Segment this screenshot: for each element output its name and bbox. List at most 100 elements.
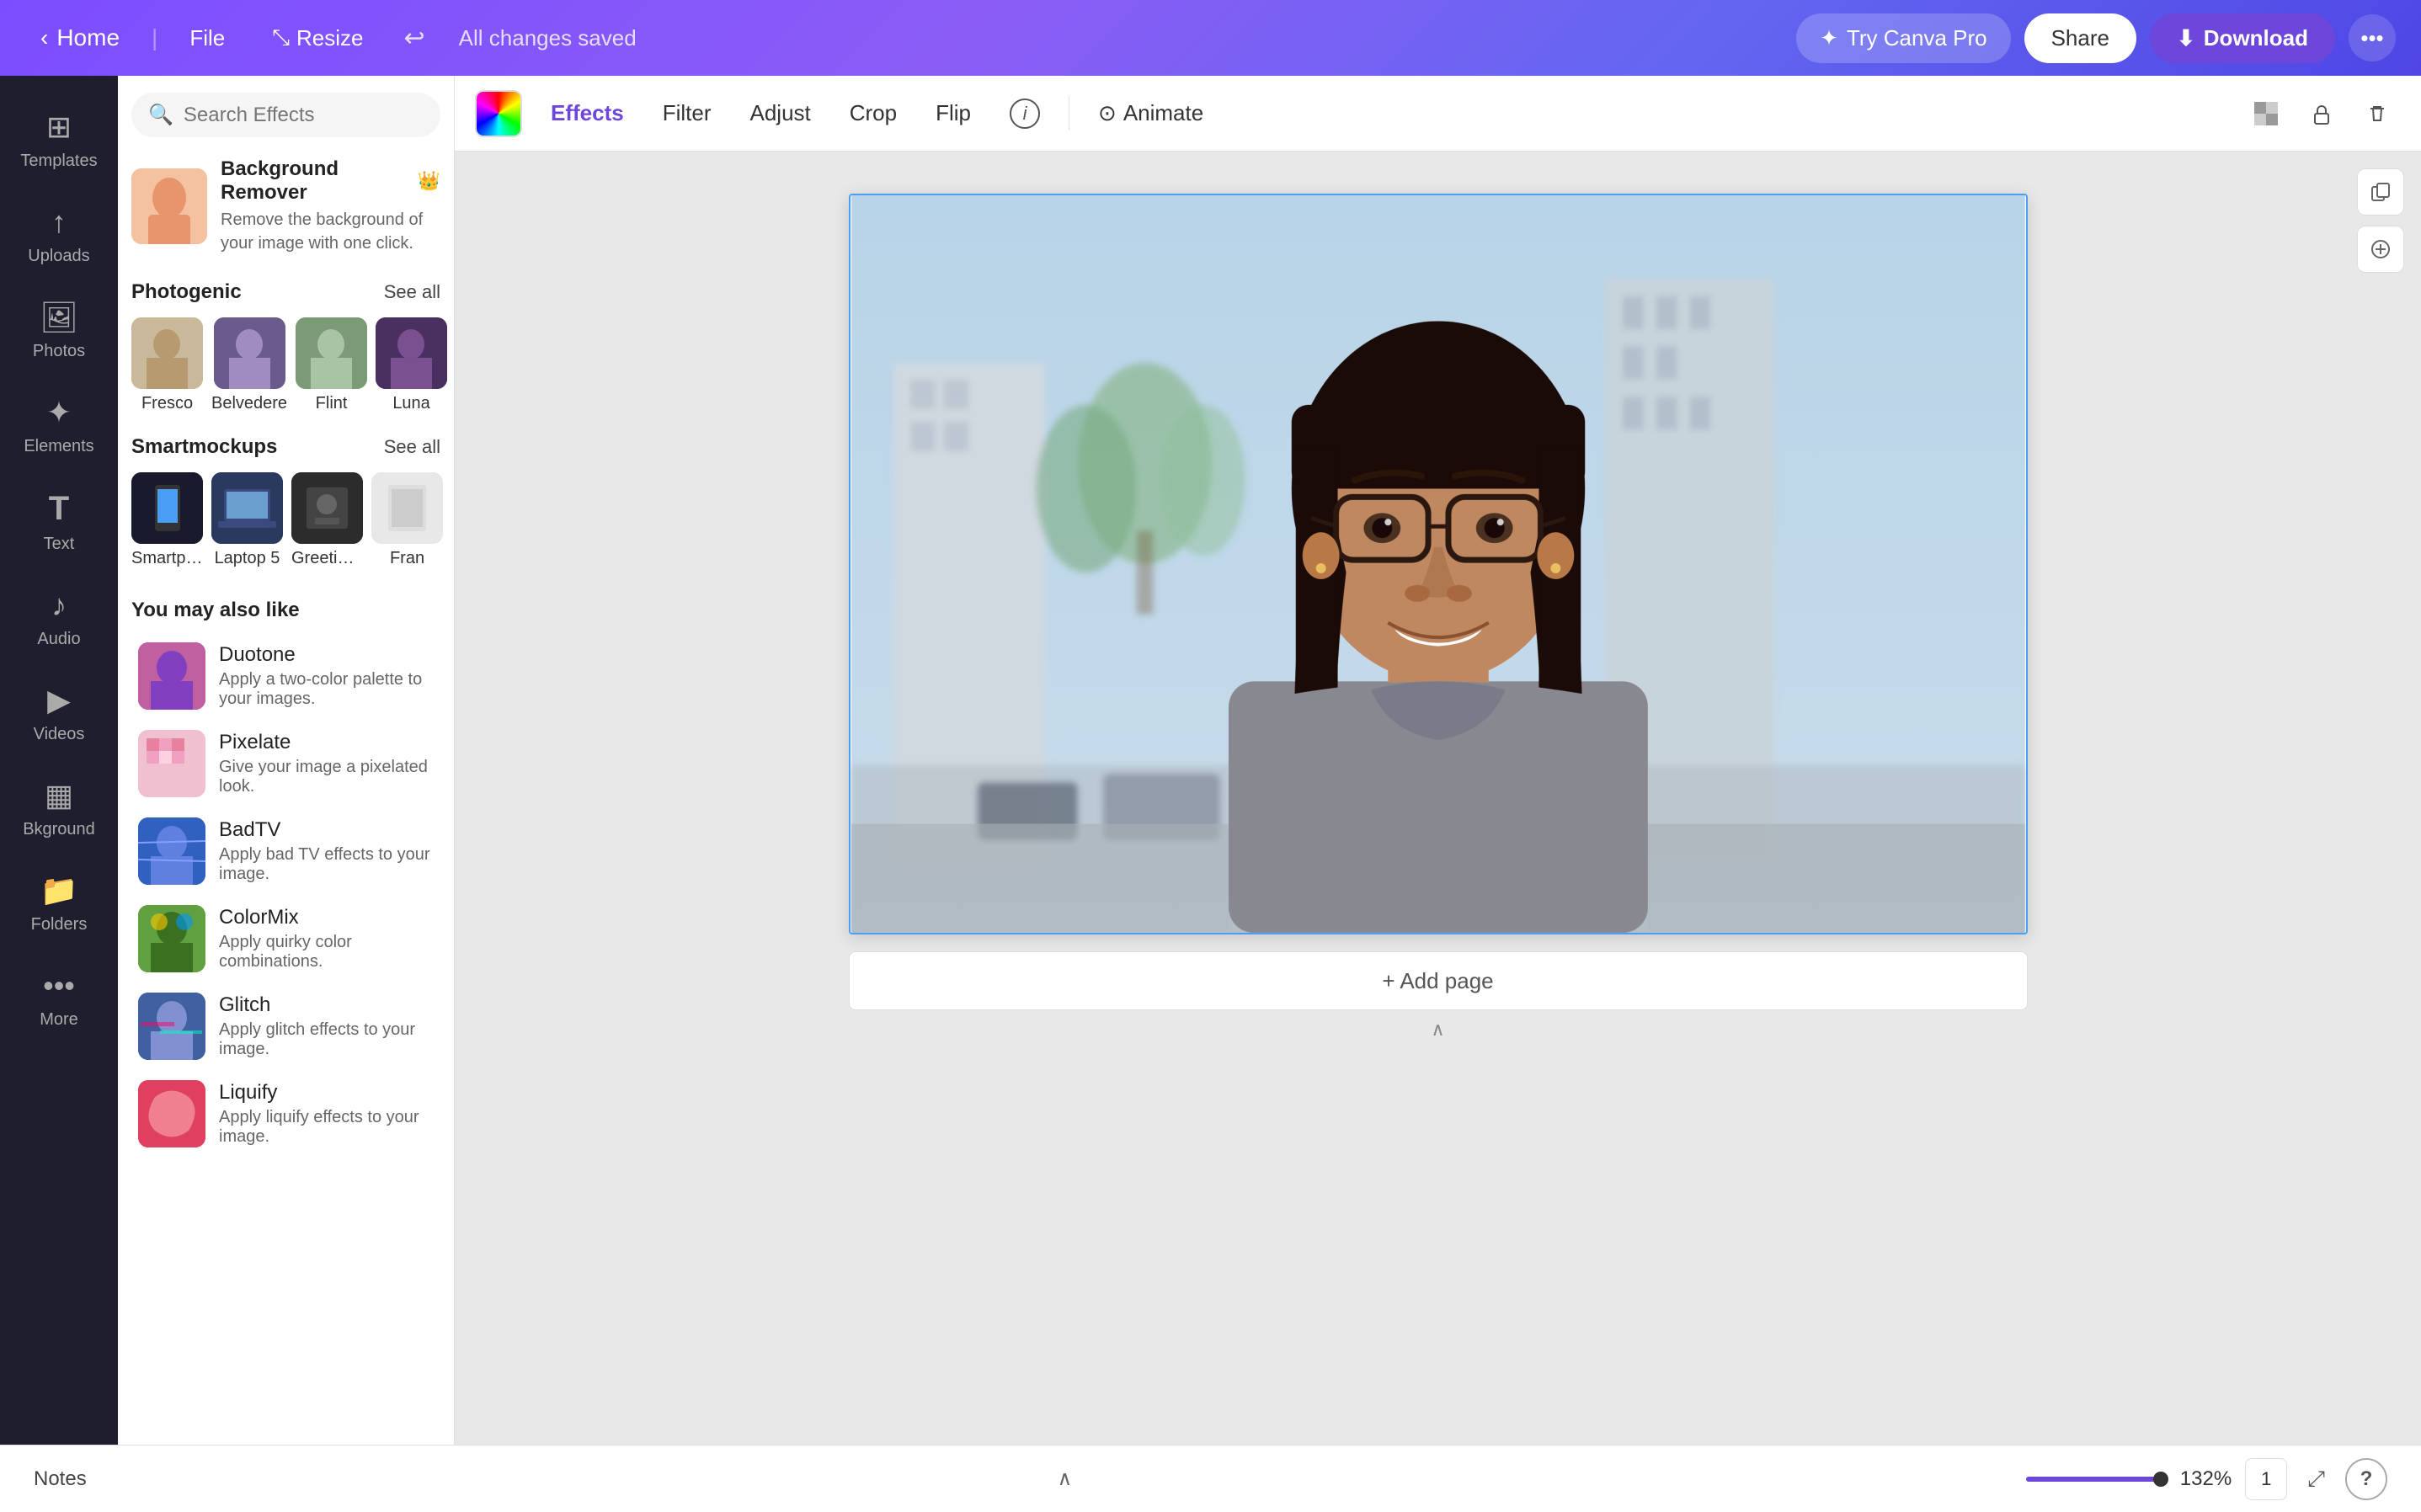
lock-button[interactable] bbox=[2298, 90, 2345, 137]
animate-button[interactable]: ⊙ Animate bbox=[1081, 90, 1220, 136]
search-bar[interactable]: 🔍 bbox=[131, 93, 440, 137]
sidebar-item-elements[interactable]: ✦ Elements bbox=[0, 380, 118, 471]
trash-icon bbox=[2365, 102, 2389, 125]
sidebar-item-more[interactable]: ••• More bbox=[0, 953, 118, 1045]
sidebar-item-audio[interactable]: ♪ Audio bbox=[0, 572, 118, 664]
may-also-like-section: You may also like Duotone Apply a two-co… bbox=[118, 582, 454, 1158]
page-number-button[interactable]: 1 bbox=[2245, 1458, 2287, 1500]
colormix-info: ColorMix Apply quirky color combinations… bbox=[219, 906, 434, 972]
sidebar-item-text[interactable]: T Text bbox=[0, 475, 118, 569]
pixelate-info: Pixelate Give your image a pixelated loo… bbox=[219, 731, 434, 796]
sidebar-item-uploads[interactable]: ↑ Uploads bbox=[0, 189, 118, 281]
sidebar-label-elements: Elements bbox=[24, 437, 93, 456]
sidebar-item-videos[interactable]: ▶ Videos bbox=[0, 668, 118, 759]
checkerboard-button[interactable] bbox=[2242, 90, 2290, 137]
bottom-bar: Notes ∧ 132% 1 ⤢ ? bbox=[0, 1445, 2421, 1512]
color-swatch[interactable] bbox=[475, 90, 522, 137]
liquify-name: Liquify bbox=[219, 1081, 434, 1105]
more-options-button[interactable]: ••• bbox=[2349, 14, 2396, 61]
crop-button[interactable]: Crop bbox=[833, 90, 914, 136]
effect-pixelate[interactable]: Pixelate Give your image a pixelated loo… bbox=[125, 720, 447, 807]
help-button[interactable]: ? bbox=[2345, 1458, 2387, 1500]
sidebar-item-photos[interactable]: 🖼 Photos bbox=[0, 285, 118, 376]
may-also-like-title: You may also like bbox=[118, 590, 454, 632]
sidebar-label-audio: Audio bbox=[37, 630, 80, 649]
filter-tab[interactable]: Filter bbox=[646, 90, 728, 136]
zoom-slider[interactable] bbox=[2026, 1477, 2161, 1482]
file-label: File bbox=[189, 25, 225, 51]
glitch-name: Glitch bbox=[219, 993, 434, 1017]
duplicate-canvas-button[interactable] bbox=[2357, 168, 2404, 216]
undo-button[interactable]: ↩ bbox=[396, 15, 434, 61]
effect-luna[interactable]: Luna bbox=[376, 317, 447, 413]
download-button[interactable]: ⬇ Download bbox=[2150, 13, 2335, 63]
sidebar-item-templates[interactable]: ⊞ Templates bbox=[0, 94, 118, 186]
glitch-thumbnail bbox=[138, 993, 205, 1060]
pixelate-description: Give your image a pixelated look. bbox=[219, 758, 434, 796]
smartmockups-see-all[interactable]: See all bbox=[384, 436, 440, 458]
add-page-button[interactable]: + Add page bbox=[849, 951, 2028, 1010]
mockup-smartphone2[interactable]: Smartphone 2 bbox=[131, 472, 203, 568]
belvedere-label: Belvedere bbox=[211, 394, 287, 413]
mockup-fran[interactable]: Fran bbox=[371, 472, 443, 568]
effect-liquify[interactable]: Liquify Apply liquify effects to your im… bbox=[125, 1070, 447, 1158]
background-remover-item[interactable]: Background Remover 👑 Remove the backgrou… bbox=[118, 147, 454, 272]
collapse-arrow-icon[interactable]: ∧ bbox=[1431, 1019, 1444, 1041]
effect-duotone[interactable]: Duotone Apply a two-color palette to you… bbox=[125, 632, 447, 720]
zoom-thumb[interactable] bbox=[2153, 1472, 2168, 1487]
glitch-info: Glitch Apply glitch effects to your imag… bbox=[219, 993, 434, 1059]
notes-collapse-icon[interactable]: ∧ bbox=[1058, 1467, 1073, 1491]
bg-remover-thumb-svg bbox=[131, 168, 207, 244]
smartphone2-label: Smartphone 2 bbox=[131, 549, 203, 568]
sidebar-label-photos: Photos bbox=[33, 342, 85, 361]
photogenic-see-all[interactable]: See all bbox=[384, 281, 440, 303]
search-input[interactable] bbox=[184, 104, 445, 127]
pixelate-name: Pixelate bbox=[219, 731, 434, 754]
pixelate-thumbnail bbox=[138, 730, 205, 797]
sidebar-item-background[interactable]: ▦ Bkground bbox=[0, 763, 118, 854]
duotone-description: Apply a two-color palette to your images… bbox=[219, 670, 434, 709]
mockup-laptop5[interactable]: Laptop 5 bbox=[211, 472, 283, 568]
info-button[interactable]: i bbox=[993, 88, 1057, 139]
delete-button[interactable] bbox=[2354, 90, 2401, 137]
add-frame-button[interactable] bbox=[2357, 226, 2404, 273]
adjust-tab[interactable]: Adjust bbox=[733, 90, 827, 136]
checkerboard-icon bbox=[2254, 102, 2278, 125]
effect-flint[interactable]: Flint bbox=[296, 317, 367, 413]
bg-remover-description: Remove the background of your image with… bbox=[221, 208, 440, 255]
try-canva-pro-button[interactable]: ✦ Try Canva Pro bbox=[1796, 13, 2010, 63]
flip-button[interactable]: Flip bbox=[919, 90, 988, 136]
sidebar-item-folders[interactable]: 📁 Folders bbox=[0, 858, 118, 950]
lock-icon bbox=[2310, 102, 2333, 125]
filter-tab-label: Filter bbox=[663, 100, 712, 126]
effect-belvedere[interactable]: Belvedere bbox=[211, 317, 287, 413]
home-button[interactable]: ‹ Home bbox=[25, 16, 135, 60]
effects-tab[interactable]: Effects bbox=[534, 90, 641, 136]
add-frame-icon bbox=[2369, 237, 2392, 261]
liquify-description: Apply liquify effects to your image. bbox=[219, 1108, 434, 1147]
bg-remover-title: Background Remover 👑 bbox=[221, 157, 440, 205]
colormix-name: ColorMix bbox=[219, 906, 434, 929]
greeting-card-thumbnail bbox=[291, 472, 363, 544]
share-button[interactable]: Share bbox=[2024, 13, 2136, 63]
belvedere-thumbnail bbox=[214, 317, 285, 389]
effect-colormix[interactable]: ColorMix Apply quirky color combinations… bbox=[125, 895, 447, 982]
effect-badtv[interactable]: BadTV Apply bad TV effects to your image… bbox=[125, 807, 447, 895]
mockup-greeting-card[interactable]: Greeting car... bbox=[291, 472, 363, 568]
effect-glitch[interactable]: Glitch Apply glitch effects to your imag… bbox=[125, 982, 447, 1070]
zoom-fill bbox=[2026, 1477, 2161, 1482]
file-button[interactable]: File bbox=[174, 17, 240, 60]
fullscreen-button[interactable]: ⤢ bbox=[2301, 1459, 2332, 1499]
text-icon: T bbox=[49, 490, 69, 528]
smartmockups-section-header: Smartmockups See all bbox=[118, 427, 454, 466]
effects-tab-label: Effects bbox=[551, 100, 624, 126]
resize-button[interactable]: ⤡ Resize bbox=[257, 16, 378, 60]
canvas-wrapper[interactable] bbox=[849, 194, 2028, 934]
glitch-description: Apply glitch effects to your image. bbox=[219, 1020, 434, 1059]
duplicate-icon bbox=[2369, 180, 2392, 204]
download-icon: ⬇ bbox=[2177, 25, 2195, 51]
effect-fresco[interactable]: Fresco bbox=[131, 317, 203, 413]
main-area: ⊞ Templates ↑ Uploads 🖼 Photos ✦ Element… bbox=[0, 76, 2421, 1445]
add-page-label: + Add page bbox=[1382, 968, 1493, 994]
zoom-percentage: 132% bbox=[2173, 1467, 2232, 1491]
